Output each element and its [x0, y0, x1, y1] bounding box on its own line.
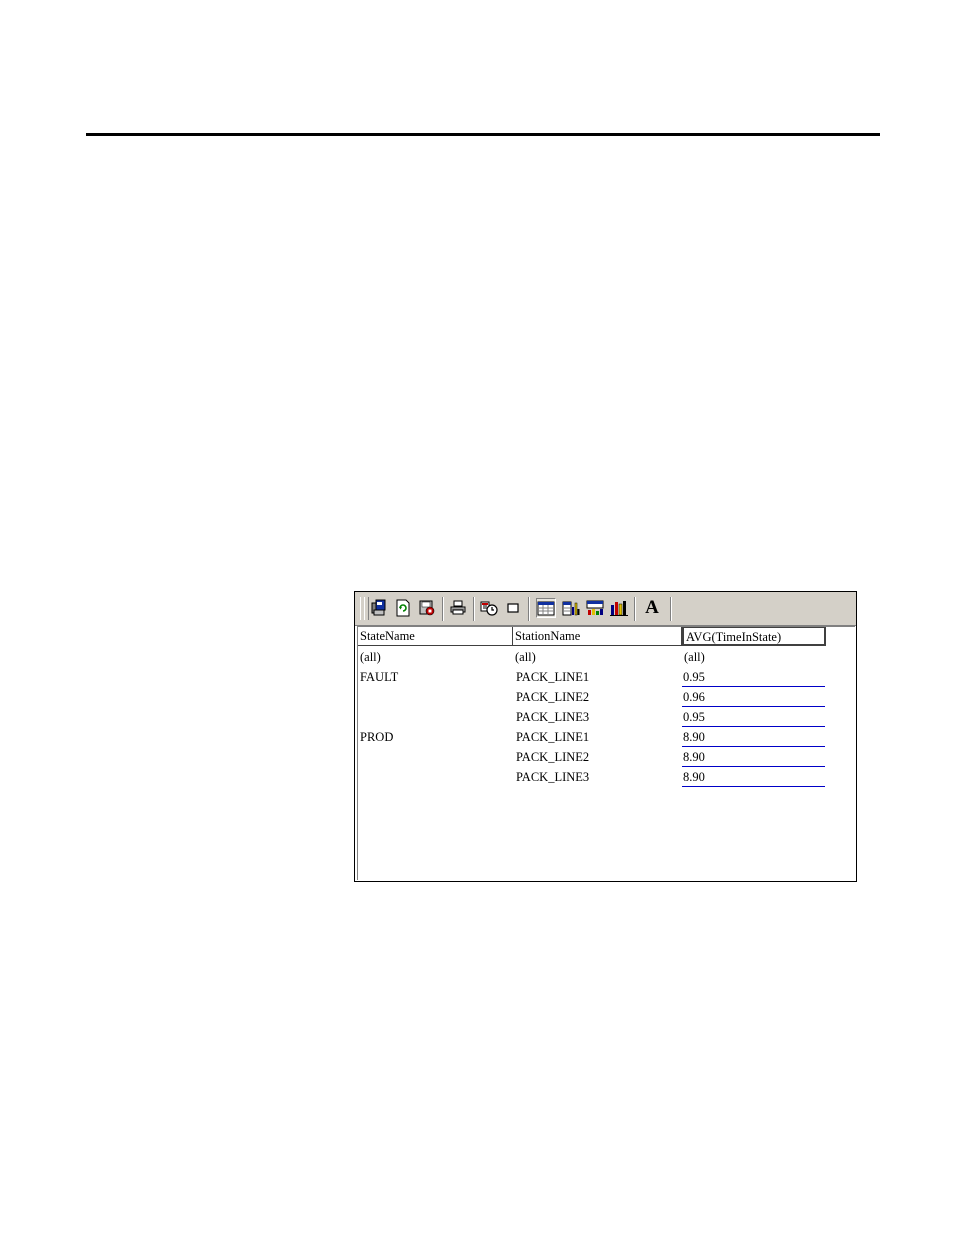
report-grid: StateName StationName AVG(TimeInState) (… — [357, 626, 855, 880]
bar-chart-button[interactable] — [609, 598, 629, 618]
table-chart-icon — [586, 600, 604, 615]
toolbar-separator — [442, 597, 444, 621]
print-button[interactable] — [448, 598, 468, 618]
cell-stationname[interactable]: PACK_LINE3 — [516, 767, 589, 787]
grid-chart-icon — [562, 601, 580, 616]
refresh-icon — [396, 599, 410, 617]
cell-avg-timeinstate[interactable]: 0.95 — [682, 707, 825, 727]
grid-chart-button[interactable] — [561, 598, 581, 618]
cell-avg-timeinstate[interactable]: 8.90 — [682, 767, 825, 787]
page-top-rule — [86, 133, 880, 136]
stop-icon — [507, 603, 519, 613]
print-icon — [450, 600, 466, 615]
refresh-button[interactable] — [393, 598, 413, 618]
font-button[interactable]: A — [642, 598, 662, 618]
schedule-button[interactable] — [479, 598, 499, 618]
cell-avg-timeinstate[interactable]: 8.90 — [682, 747, 825, 767]
bar-chart-icon — [610, 601, 628, 616]
cell-stationname[interactable]: PACK_LINE2 — [516, 747, 589, 767]
stop-button[interactable] — [503, 598, 523, 618]
cell-stationname[interactable]: (all) — [515, 647, 536, 667]
cell-stationname[interactable]: PACK_LINE3 — [516, 707, 589, 727]
save-button[interactable] — [417, 598, 437, 618]
copy-button[interactable] — [369, 598, 389, 618]
schedule-icon — [480, 601, 498, 616]
cell-avg-timeinstate[interactable]: 0.95 — [682, 667, 825, 687]
cell-avg-timeinstate[interactable]: 8.90 — [682, 727, 825, 747]
grid-view-button[interactable] — [536, 598, 556, 618]
toolbar-separator — [634, 597, 636, 621]
toolbar-separator — [528, 597, 530, 621]
font-icon: A — [645, 597, 659, 618]
cell-avg-timeinstate[interactable]: (all) — [684, 647, 705, 667]
cell-avg-timeinstate[interactable]: 0.96 — [682, 687, 825, 707]
column-header-statename[interactable]: StateName — [358, 627, 513, 646]
toolbar-separator — [473, 597, 475, 621]
report-toolbar: A — [355, 592, 856, 626]
column-header-stationname[interactable]: StationName — [513, 627, 682, 646]
toolbar-separator — [670, 597, 672, 621]
cell-statename[interactable]: FAULT — [360, 667, 398, 687]
grid-view-icon — [537, 601, 555, 616]
column-header-avg-timeinstate[interactable]: AVG(TimeInState) — [682, 627, 826, 646]
table-chart-button[interactable] — [585, 598, 605, 618]
cell-statename[interactable]: PROD — [360, 727, 393, 747]
copy-to-clipboard-icon — [371, 599, 386, 616]
cell-stationname[interactable]: PACK_LINE1 — [516, 727, 589, 747]
report-window: A StateName StationName AVG(TimeInState)… — [354, 591, 857, 882]
cell-statename[interactable]: (all) — [360, 647, 381, 667]
cell-stationname[interactable]: PACK_LINE2 — [516, 687, 589, 707]
save-report-icon — [419, 600, 435, 616]
cell-stationname[interactable]: PACK_LINE1 — [516, 667, 589, 687]
